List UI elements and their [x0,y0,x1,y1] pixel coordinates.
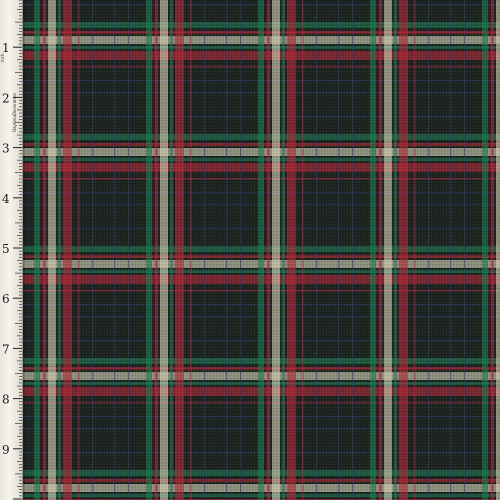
ruler-number: 6 [2,292,10,306]
ruler-markings: 1 2 3 4 5 6 7 8 9 inch DaytonaDecorative [0,0,22,500]
ruler-number: 7 [2,342,10,356]
ruler-number: 4 [2,192,10,206]
ruler-brand-text: DaytonaDecorative [12,93,17,132]
ruler-numbers: 1 2 3 4 5 6 7 8 9 [2,41,10,457]
fabric-scene: 1 2 3 4 5 6 7 8 9 inch DaytonaDecorative [0,0,500,500]
ruler-number: 2 [2,91,10,105]
measuring-ruler: 1 2 3 4 5 6 7 8 9 inch DaytonaDecorative [0,0,23,500]
ruler-number: 3 [2,142,10,156]
ruler-inch-label: inch [0,53,5,62]
plaid-fabric-swatch [0,0,500,500]
ruler-number: 8 [2,393,10,407]
ruler-ticks [13,0,22,500]
ruler-number: 5 [2,242,10,256]
ruler-number: 9 [2,443,10,457]
ruler-number: 1 [2,41,10,55]
